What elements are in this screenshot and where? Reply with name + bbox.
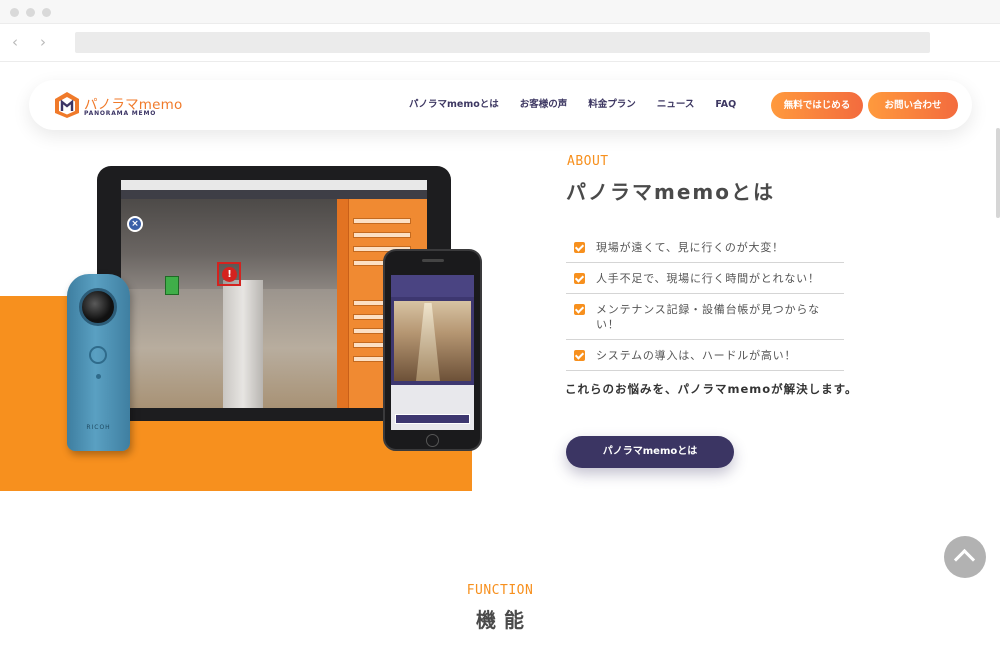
- smartphone-image: [383, 249, 482, 451]
- camera-lens-icon: [79, 288, 117, 326]
- page-top-button[interactable]: [944, 536, 986, 578]
- nav-item-about[interactable]: パノラマmemoとは: [409, 97, 499, 113]
- tablet-app-statusbar: [121, 180, 427, 190]
- about-section-title: パノラマmemoとは: [566, 180, 775, 204]
- phone-screen: [391, 275, 474, 430]
- warning-marker-icon: !: [217, 262, 241, 286]
- contact-button[interactable]: お問い合わせ: [868, 92, 958, 119]
- main-nav: パノラマmemoとは お客様の声 料金プラン ニュース FAQ: [409, 97, 757, 113]
- camera-shutter-icon: [89, 346, 107, 364]
- nav-item-pricing[interactable]: 料金プラン: [588, 97, 636, 113]
- tablet-side-tabs: [337, 199, 349, 408]
- problem-list: 現場が遠くて、見に行くのが大変！ 人手不足で、現場に行く時間がとれない！ メンテ…: [566, 232, 844, 371]
- camera-brand: RICOH: [86, 424, 111, 431]
- chevron-left-icon[interactable]: ‹: [12, 34, 18, 50]
- phone-home-button: [426, 434, 439, 447]
- address-bar[interactable]: [75, 32, 930, 53]
- tablet-app-toolbar: [121, 190, 427, 199]
- phone-speaker: [422, 259, 444, 262]
- logo-subtext: PANORAMA MEMO: [84, 110, 157, 117]
- panorama-pillar: [223, 280, 263, 408]
- scrollbar[interactable]: [996, 128, 1000, 218]
- problem-text: メンテナンス記録・設備台帳が見つからない！: [596, 303, 820, 331]
- problem-item: システムの導入は、ハードルが高い！: [566, 340, 844, 371]
- 360-camera-image: RICOH: [67, 274, 130, 451]
- phone-app-button: [395, 414, 470, 424]
- window-minimize-dot[interactable]: [26, 8, 35, 17]
- check-icon: [574, 242, 585, 253]
- check-icon: [574, 273, 585, 284]
- nav-item-faq[interactable]: FAQ: [715, 97, 736, 113]
- camera-indicator: [96, 374, 101, 379]
- nav-item-testimonials[interactable]: お客様の声: [520, 97, 568, 113]
- close-marker-icon: ×: [127, 216, 143, 232]
- chevron-right-icon[interactable]: ›: [40, 34, 46, 50]
- solution-text: これらのお悩みを、パノラマmemoが解決します。: [565, 382, 858, 396]
- tablet-form-field: [353, 232, 411, 238]
- warning-glyph: !: [222, 267, 237, 282]
- window-close-dot[interactable]: [10, 8, 19, 17]
- about-more-button[interactable]: パノラマmemoとは: [566, 436, 734, 468]
- problem-text: 人手不足で、現場に行く時間がとれない！: [596, 272, 820, 285]
- site-logo[interactable]: パノラマmemo PANORAMA MEMO: [54, 91, 194, 121]
- document-marker-icon: [165, 276, 179, 295]
- browser-titlebar: [0, 0, 1000, 24]
- check-icon: [574, 350, 585, 361]
- check-icon: [574, 304, 585, 315]
- nav-item-news[interactable]: ニュース: [657, 97, 695, 113]
- function-section-title: 機能: [476, 608, 532, 632]
- browser-toolbar: ‹ ›: [0, 24, 1000, 62]
- problem-text: 現場が遠くて、見に行くのが大変！: [596, 241, 784, 254]
- problem-item: メンテナンス記録・設備台帳が見つからない！: [566, 294, 844, 340]
- problem-item: 現場が遠くて、見に行くのが大変！: [566, 232, 844, 263]
- window-maximize-dot[interactable]: [42, 8, 51, 17]
- site-header: パノラマmemo PANORAMA MEMO パノラマmemoとは お客様の声 …: [29, 80, 972, 130]
- tablet-screen: ! ×: [121, 180, 427, 408]
- about-section-label: ABOUT: [567, 154, 609, 169]
- problem-item: 人手不足で、現場に行く時間がとれない！: [566, 263, 844, 294]
- phone-app-header: [391, 275, 474, 297]
- function-section-label: FUNCTION: [466, 583, 534, 598]
- free-start-button[interactable]: 無料ではじめる: [771, 92, 863, 119]
- problem-text: システムの導入は、ハードルが高い！: [596, 349, 797, 362]
- tablet-form-field: [353, 218, 411, 224]
- logo-mark-icon: [55, 92, 79, 118]
